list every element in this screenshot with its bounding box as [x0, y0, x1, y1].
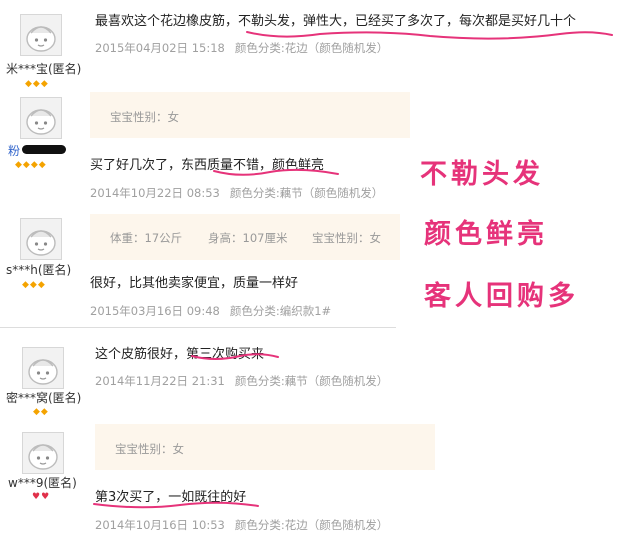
underline-mark	[93, 501, 259, 509]
callout-text: 不勒头发	[420, 159, 544, 190]
underline-mark	[246, 31, 613, 40]
underline-mark	[213, 168, 339, 176]
callout-text: 客人回购多	[424, 281, 579, 312]
underline-mark	[191, 353, 279, 360]
callout-text: 颜色鲜亮	[424, 219, 548, 250]
highlight-underlines	[93, 31, 613, 509]
